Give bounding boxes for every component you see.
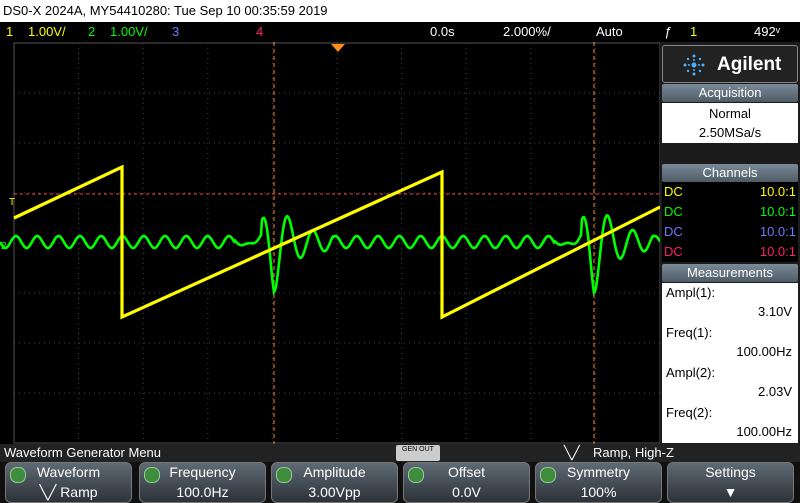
- symmetry-label: Symmetry: [567, 464, 630, 480]
- brand-name: Agilent: [717, 54, 782, 75]
- trigger-status: ƒ 1 492ᵛ: [660, 22, 800, 42]
- acquisition-mode: Normal: [709, 106, 751, 121]
- window-title: DS0-X 2024A, MY54410280: Tue Sep 10 00:3…: [0, 0, 800, 22]
- ch1-coupling: DC: [664, 184, 683, 199]
- ch2-coupling: DC: [664, 204, 683, 219]
- offset-label: Offset: [447, 464, 486, 480]
- time-offset[interactable]: 0.0s: [430, 22, 455, 42]
- amplitude-softkey[interactable]: Amplitude 3.00Vpp: [271, 462, 398, 503]
- ch2-probe-ratio: 10.0:1: [759, 204, 796, 219]
- waveform-value: ╲╱ Ramp: [6, 484, 131, 501]
- waveform-value-text: Ramp: [60, 484, 98, 500]
- offset-value: 0.0V: [452, 484, 481, 500]
- waveform-softkey[interactable]: Waveform ╲╱ Ramp: [5, 462, 132, 503]
- settings-softkey[interactable]: Settings ▼: [667, 462, 794, 503]
- ch3-probe-ratio: 10.0:1: [759, 224, 796, 239]
- frequency-softkey[interactable]: Frequency 100.0Hz: [139, 462, 266, 503]
- channel-row-2[interactable]: DC 10.0:1: [662, 202, 798, 222]
- meas-label-3: Ampl(2):: [666, 365, 716, 380]
- ch2-scale[interactable]: 1.00V/: [110, 22, 148, 42]
- meas-value-2: 100.00Hz: [736, 344, 792, 359]
- frequency-value: 100.0Hz: [176, 484, 229, 500]
- channel-row-3[interactable]: DC 10.0:1: [662, 222, 798, 242]
- meas-value-4: 100.00Hz: [736, 424, 792, 439]
- symmetry-value: 100%: [580, 484, 617, 500]
- ramp-icon: ╲╱: [564, 445, 580, 460]
- meas-label-2: Freq(1):: [666, 325, 713, 340]
- trigger-level[interactable]: 492ᵛ: [754, 22, 780, 42]
- agilent-spark-icon: [683, 54, 705, 76]
- meas-value-1: 3.10V: [758, 304, 792, 319]
- ramp-icon: ╲╱: [39, 484, 61, 500]
- meas-value-3: 2.03V: [758, 384, 792, 399]
- meas-label-1: Ampl(1):: [666, 285, 716, 300]
- frequency-label: Frequency: [169, 464, 236, 480]
- trigger-channel[interactable]: 1: [690, 22, 697, 42]
- measurements-header[interactable]: Measurements: [662, 264, 798, 282]
- amplitude-value: 3.00Vpp: [308, 484, 361, 500]
- settings-label: Settings: [705, 464, 756, 480]
- menu-title: Waveform Generator Menu: [4, 445, 162, 460]
- ch4-probe-ratio: 10.0:1: [759, 244, 796, 259]
- trigger-mode[interactable]: Auto: [596, 22, 623, 42]
- channel-row-4[interactable]: DC 10.0:1: [662, 242, 798, 262]
- acquisition-header[interactable]: Acquisition: [662, 84, 798, 102]
- menu-title-bar: Waveform Generator Menu GEN OUT ╲╱ Ramp,…: [0, 444, 800, 462]
- ch1-probe-ratio: 10.0:1: [759, 184, 796, 199]
- channels-list: DC 10.0:1 DC 10.0:1 DC 10.0:1 DC 10.0:1: [662, 182, 798, 262]
- sample-rate: 2.50MSa/s: [698, 125, 762, 140]
- offset-softkey[interactable]: Offset 0.0V: [403, 462, 530, 503]
- ch1-scale[interactable]: 1.00V/: [28, 22, 66, 42]
- ch4-number[interactable]: 4: [256, 22, 263, 42]
- waveform-display[interactable]: T 2: [0, 42, 660, 444]
- ch3-coupling: DC: [664, 224, 683, 239]
- ch1-ground-marker: T: [9, 197, 15, 208]
- measurements-box: Ampl(1): 3.10V Freq(1): 100.00Hz Ampl(2)…: [662, 283, 798, 443]
- right-panel: Agilent Acquisition Normal 2.50MSa/s Cha…: [660, 42, 800, 444]
- channels-header[interactable]: Channels: [662, 164, 798, 182]
- ch1-number[interactable]: 1: [6, 22, 13, 42]
- arrow-down-icon: ▼: [723, 484, 738, 500]
- acquisition-box: Normal 2.50MSa/s: [662, 103, 798, 143]
- ch2-number[interactable]: 2: [88, 22, 95, 42]
- ch3-number[interactable]: 3: [172, 22, 179, 42]
- trigger-icon: ƒ: [664, 24, 672, 39]
- scope-status-bar: 1 1.00V/ 2 1.00V/ 3 4 0.0s 2.000%/ Auto: [0, 22, 660, 42]
- gen-out-badge[interactable]: GEN OUT: [396, 445, 440, 461]
- timebase[interactable]: 2.000%/: [503, 22, 551, 42]
- channel-row-1[interactable]: DC 10.0:1: [662, 182, 798, 202]
- symmetry-softkey[interactable]: Symmetry 100%: [535, 462, 662, 503]
- amplitude-label: Amplitude: [303, 464, 366, 480]
- waveform-label: Waveform: [36, 464, 101, 480]
- ch4-coupling: DC: [664, 244, 683, 259]
- wave-summary: Ramp, High-Z: [593, 445, 674, 460]
- meas-label-4: Freq(2):: [666, 405, 713, 420]
- agilent-logo: Agilent: [662, 45, 798, 83]
